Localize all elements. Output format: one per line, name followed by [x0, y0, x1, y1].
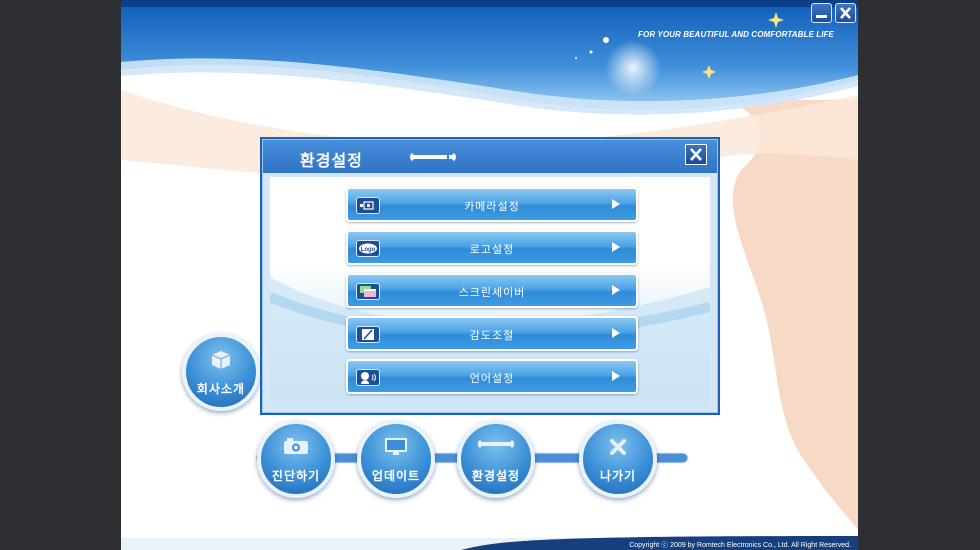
box-icon [211, 351, 231, 369]
close-icon [690, 148, 702, 161]
nav-button-company[interactable]: 회사소개 [182, 333, 260, 411]
nav-label-update: 업데이트 [371, 469, 421, 483]
settings-dialog: 환경설정 카메라설정 Logo 로고설정 스크린세이버 감도조절 언어설정 [260, 137, 720, 415]
arrow-right-icon [612, 285, 620, 295]
camera-icon [284, 438, 308, 454]
menu-item-label: 카메라설정 [464, 200, 520, 213]
exit-icon [610, 439, 626, 455]
menu-item-sensitivity[interactable]: 감도조절 [346, 316, 638, 351]
dialog-title: 환경설정 [300, 151, 363, 170]
dialog-close-button[interactable] [685, 144, 707, 165]
copyright-text: Copyright ⓒ 2009 by Romtech Electronics … [629, 542, 851, 549]
nav-label-diagnose: 진단하기 [271, 469, 321, 483]
nav-label-settings: 환경설정 [471, 469, 521, 483]
camera-setting-icon [356, 197, 380, 214]
arrow-right-icon [612, 328, 620, 338]
menu-item-label: 감도조절 [469, 329, 515, 342]
menu-item-camera-setting[interactable]: 카메라설정 [346, 187, 638, 222]
wrench-icon [478, 440, 514, 448]
wrench-icon [410, 153, 456, 161]
monitor-icon [385, 438, 407, 455]
arrow-right-icon [612, 242, 620, 252]
nav-button-settings[interactable]: 환경설정 [457, 420, 535, 498]
window-close-button[interactable] [835, 3, 856, 23]
language-icon [356, 369, 380, 386]
arrow-right-icon [612, 199, 620, 209]
arrow-right-icon [612, 371, 620, 381]
app-window: FOR YOUR BEAUTIFUL AND COMFORTABLE LIFE … [121, 0, 858, 550]
minimize-button[interactable] [811, 3, 832, 23]
menu-item-screensaver[interactable]: 스크린세이버 [346, 273, 638, 308]
minimize-icon [816, 15, 827, 18]
sensitivity-icon [356, 326, 380, 343]
nav-button-diagnose[interactable]: 진단하기 [257, 420, 335, 498]
nav-label-company: 회사소개 [196, 382, 246, 396]
nav-button-update[interactable]: 업데이트 [357, 420, 435, 498]
svg-text:Logo: Logo [361, 247, 376, 253]
logo-icon: Logo [356, 240, 380, 257]
menu-item-label: 스크린세이버 [458, 286, 526, 299]
close-icon [840, 7, 851, 19]
dialog-body: 카메라설정 Logo 로고설정 스크린세이버 감도조절 언어설정 [270, 177, 710, 407]
menu-item-logo-setting[interactable]: Logo 로고설정 [346, 230, 638, 265]
nav-button-exit[interactable]: 나가기 [579, 420, 657, 498]
menu-item-language[interactable]: 언어설정 [346, 359, 638, 394]
menu-item-label: 로고설정 [469, 243, 515, 256]
menu-item-label: 언어설정 [469, 372, 515, 385]
nav-label-exit: 나가기 [599, 469, 637, 483]
tagline: FOR YOUR BEAUTIFUL AND COMFORTABLE LIFE [638, 30, 834, 39]
screensaver-icon [356, 283, 380, 300]
